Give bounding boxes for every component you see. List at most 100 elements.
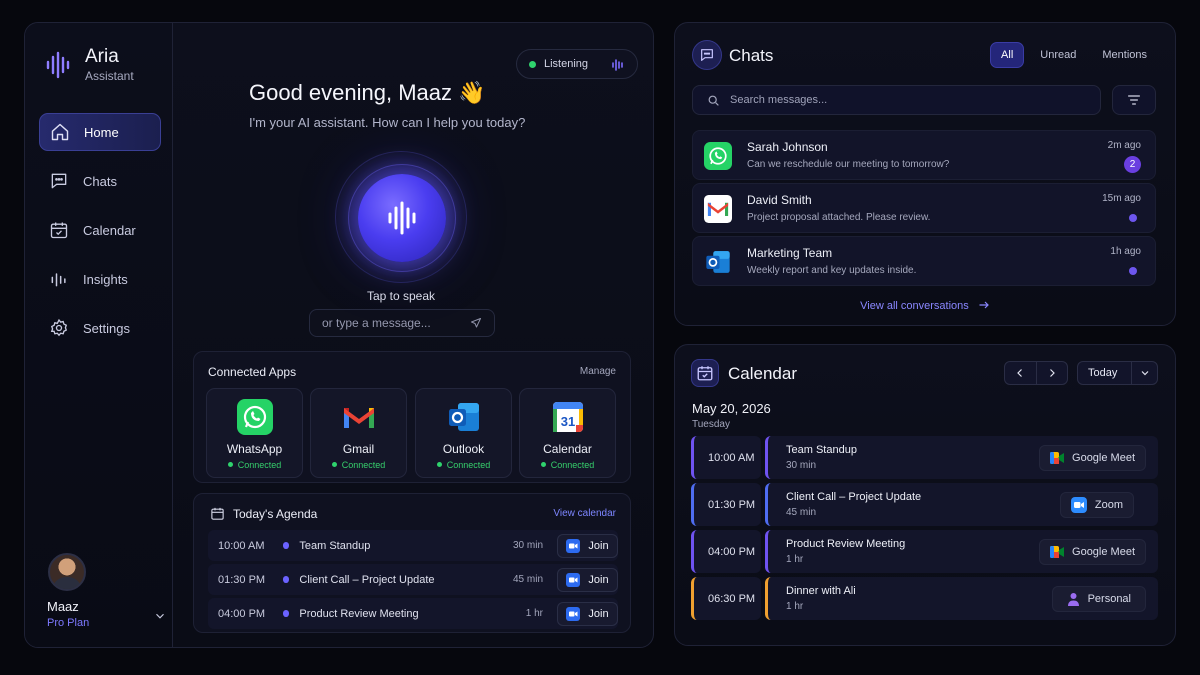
agenda-header: Today's Agenda	[210, 506, 317, 521]
chats-panel: Chats All Unread Mentions Search message…	[674, 22, 1176, 326]
agenda-title: Today's Agenda	[233, 506, 318, 521]
brand-subtitle: Assistant	[85, 69, 134, 83]
voice-waveform-icon	[388, 201, 416, 235]
calendar-icon	[691, 359, 719, 387]
event-meeting-tag[interactable]: Google Meet	[1039, 539, 1146, 565]
video-call-icon	[566, 572, 581, 587]
user-plan: Pro Plan	[47, 617, 90, 629]
event-time: 01:30 PM	[691, 483, 761, 526]
user-name: Maaz	[47, 599, 79, 614]
user-profile[interactable]: Maaz Pro Plan	[47, 553, 164, 629]
app-tile-whatsapp[interactable]: WhatsApp Connected	[206, 388, 303, 478]
event-duration: 45 min	[786, 507, 817, 518]
calendar-title: Calendar	[728, 364, 797, 383]
today-button[interactable]: Today	[1078, 362, 1132, 384]
chats-title: Chats	[729, 46, 774, 65]
view-all-label: View all conversations	[860, 300, 969, 312]
send-icon[interactable]	[470, 317, 482, 329]
sidebar-item-home[interactable]: Home	[39, 113, 161, 151]
event-tag-label: Personal	[1087, 593, 1131, 605]
chat-preview: Project proposal attached. Please review…	[747, 212, 931, 223]
sidebar-item-label: Settings	[83, 320, 130, 336]
event-meeting-tag[interactable]: Personal	[1051, 586, 1146, 612]
tab-unread[interactable]: Unread	[1030, 42, 1086, 68]
chevron-down-icon[interactable]	[153, 609, 167, 623]
app-tile-outlook[interactable]: Outlook Connected	[415, 388, 512, 478]
calendar-panel: Calendar Today May 20, 2026 Tuesday 10:0…	[674, 344, 1176, 646]
arrow-right-icon	[979, 301, 989, 309]
calendar-icon-day: 31	[561, 414, 575, 429]
view-all-conversations-link[interactable]: View all conversations	[675, 300, 1175, 312]
agenda-time: 04:00 PM	[218, 607, 266, 620]
listening-status[interactable]: Listening	[516, 49, 638, 79]
app-tile-calendar[interactable]: 31 Calendar Connected	[519, 388, 616, 478]
chat-time: 1h ago	[1110, 246, 1141, 257]
unread-dot	[1129, 267, 1137, 275]
brand: Aria Assistant	[43, 47, 134, 83]
next-button[interactable]	[1037, 362, 1068, 384]
assistant-app-panel: Aria Assistant Home Chats Calendar Insig…	[24, 22, 654, 648]
bar-chart-icon	[51, 273, 66, 287]
sidebar-item-insights[interactable]: Insights	[39, 260, 161, 298]
view-calendar-link[interactable]: View calendar	[553, 508, 616, 519]
join-label: Join	[588, 573, 609, 586]
event-tag-label: Google Meet	[1072, 546, 1135, 558]
manage-apps-link[interactable]: Manage	[580, 366, 616, 377]
connected-apps-title: Connected Apps	[208, 365, 297, 379]
app-status: Connected	[207, 460, 302, 470]
chat-item[interactable]: Marketing Team Weekly report and key upd…	[692, 236, 1156, 286]
view-dropdown-button[interactable]	[1132, 367, 1157, 379]
tab-mentions[interactable]: Mentions	[1092, 42, 1157, 68]
calendar-event[interactable]: 04:00 PM Product Review Meeting 1 hr Goo…	[691, 530, 1158, 573]
join-button[interactable]: Join	[557, 533, 618, 558]
event-meeting-tag[interactable]: Zoom	[1059, 492, 1134, 518]
agenda-event-title: Client Call – Project Update	[299, 573, 435, 586]
event-body: Product Review Meeting 1 hr Google Meet	[765, 530, 1158, 573]
app-tile-gmail[interactable]: Gmail Connected	[310, 388, 407, 478]
sidebar: Aria Assistant Home Chats Calendar Insig…	[25, 23, 173, 647]
chat-item[interactable]: David Smith Project proposal attached. P…	[692, 183, 1156, 233]
event-tag-label: Google Meet	[1072, 452, 1135, 464]
whatsapp-icon	[704, 142, 732, 170]
calendar-event[interactable]: 10:00 AM Team Standup 30 min Google Meet	[691, 436, 1158, 479]
filter-button[interactable]	[1112, 85, 1156, 115]
calendar-event[interactable]: 06:30 PM Dinner with Ali 1 hr Personal	[691, 577, 1158, 620]
app-name: WhatsApp	[226, 442, 283, 456]
agenda-event-title: Team Standup	[299, 539, 371, 552]
chat-sender: David Smith	[747, 193, 812, 207]
sidebar-item-calendar[interactable]: Calendar	[39, 211, 161, 249]
whatsapp-icon	[237, 399, 273, 435]
agenda-dot	[282, 610, 290, 617]
status-dot	[529, 60, 536, 68]
zoom-icon	[1070, 497, 1087, 513]
calendar-weekday: Tuesday	[692, 419, 730, 430]
previous-button[interactable]	[1005, 362, 1037, 384]
sidebar-nav: Home Chats Calendar Insights Settings	[39, 113, 161, 358]
message-input[interactable]: or type a message...	[309, 309, 495, 337]
calendar-event[interactable]: 01:30 PM Client Call – Project Update 45…	[691, 483, 1158, 526]
event-duration: 1 hr	[786, 554, 804, 565]
join-button[interactable]: Join	[557, 567, 618, 592]
voice-button[interactable]	[358, 174, 446, 262]
app-name: Gmail	[342, 442, 375, 456]
agenda-row: 04:00 PM Product Review Meeting 1 hr Joi…	[208, 598, 618, 629]
sidebar-item-label: Home	[84, 124, 119, 140]
waveform-icon	[612, 59, 623, 71]
search-icon	[708, 95, 719, 106]
chat-item[interactable]: Sarah Johnson Can we reschedule our meet…	[692, 130, 1156, 180]
chat-bubble-icon	[692, 40, 722, 70]
event-tag-label: Zoom	[1094, 499, 1123, 511]
search-input[interactable]: Search messages...	[692, 85, 1101, 115]
event-duration: 1 hr	[786, 601, 804, 612]
sidebar-item-settings[interactable]: Settings	[39, 309, 161, 347]
event-meeting-tag[interactable]: Google Meet	[1039, 445, 1146, 471]
join-label: Join	[588, 539, 609, 552]
sidebar-item-chats[interactable]: Chats	[39, 162, 161, 200]
agenda-time: 01:30 PM	[218, 573, 266, 586]
chat-time: 15m ago	[1102, 193, 1141, 204]
join-button[interactable]: Join	[557, 601, 618, 626]
search-placeholder: Search messages...	[730, 94, 828, 106]
chat-sender: Marketing Team	[747, 246, 833, 260]
tab-all[interactable]: All	[990, 42, 1025, 68]
event-title: Product Review Meeting	[786, 538, 906, 550]
